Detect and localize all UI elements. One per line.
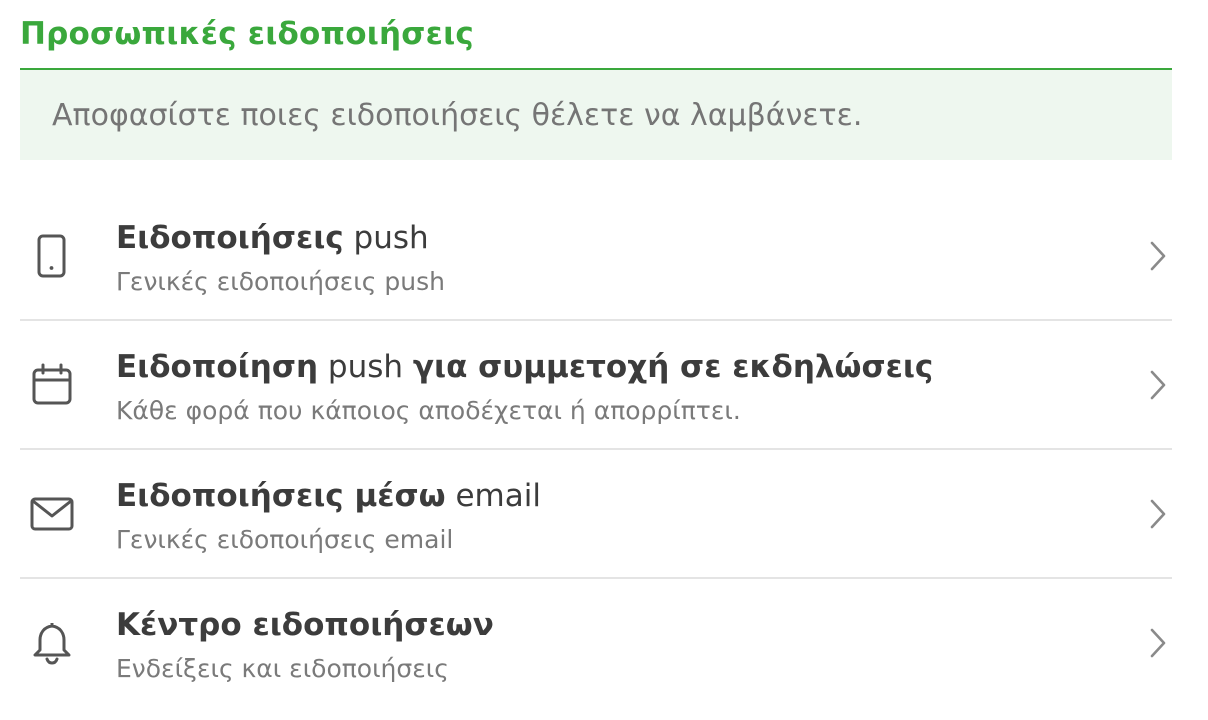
row-subtitle: Ενδείξεις και ειδοποιήσεις: [116, 654, 449, 683]
info-text: Αποφασίστε ποιες ειδοποιήσεις θέλετε να …: [52, 98, 863, 133]
settings-list: Ειδοποιήσεις push Γενικές ειδοποιήσεις p…: [20, 192, 1172, 706]
row-subtitle: Κάθε φορά που κάποιος αποδέχεται ή απορρ…: [116, 396, 741, 425]
chevron-right-icon: [1148, 627, 1168, 659]
event-participation-push-row[interactable]: Ειδοποίηση push για συμμετοχή σε εκδηλώσ…: [20, 321, 1172, 450]
notification-settings-page: Προσωπικές ειδοποιήσεις Αποφασίστε ποιες…: [0, 0, 1208, 720]
email-notifications-row[interactable]: Ειδοποιήσεις μέσω email Γενικές ειδοποιή…: [20, 450, 1172, 579]
chevron-right-icon: [1148, 240, 1168, 272]
chevron-right-icon: [1148, 498, 1168, 530]
row-title: Ειδοποιήσεις push: [116, 220, 429, 256]
notification-center-row[interactable]: Κέντρο ειδοποιήσεων Ενδείξεις και ειδοπο…: [20, 579, 1172, 706]
row-title: Ειδοποιήσεις μέσω email: [116, 478, 541, 514]
phone-icon: [28, 232, 76, 280]
info-banner: Αποφασίστε ποιες ειδοποιήσεις θέλετε να …: [20, 70, 1172, 160]
row-subtitle: Γενικές ειδοποιήσεις push: [116, 267, 445, 296]
page-title: Προσωπικές ειδοποιήσεις: [20, 16, 474, 52]
row-title: Ειδοποίηση push για συμμετοχή σε εκδηλώσ…: [116, 349, 934, 385]
push-notifications-row[interactable]: Ειδοποιήσεις push Γενικές ειδοποιήσεις p…: [20, 192, 1172, 321]
bell-icon: [28, 619, 76, 667]
row-title: Κέντρο ειδοποιήσεων: [116, 607, 494, 643]
envelope-icon: [28, 490, 76, 538]
row-subtitle: Γενικές ειδοποιήσεις email: [116, 525, 454, 554]
calendar-icon: [28, 361, 76, 409]
chevron-right-icon: [1148, 369, 1168, 401]
